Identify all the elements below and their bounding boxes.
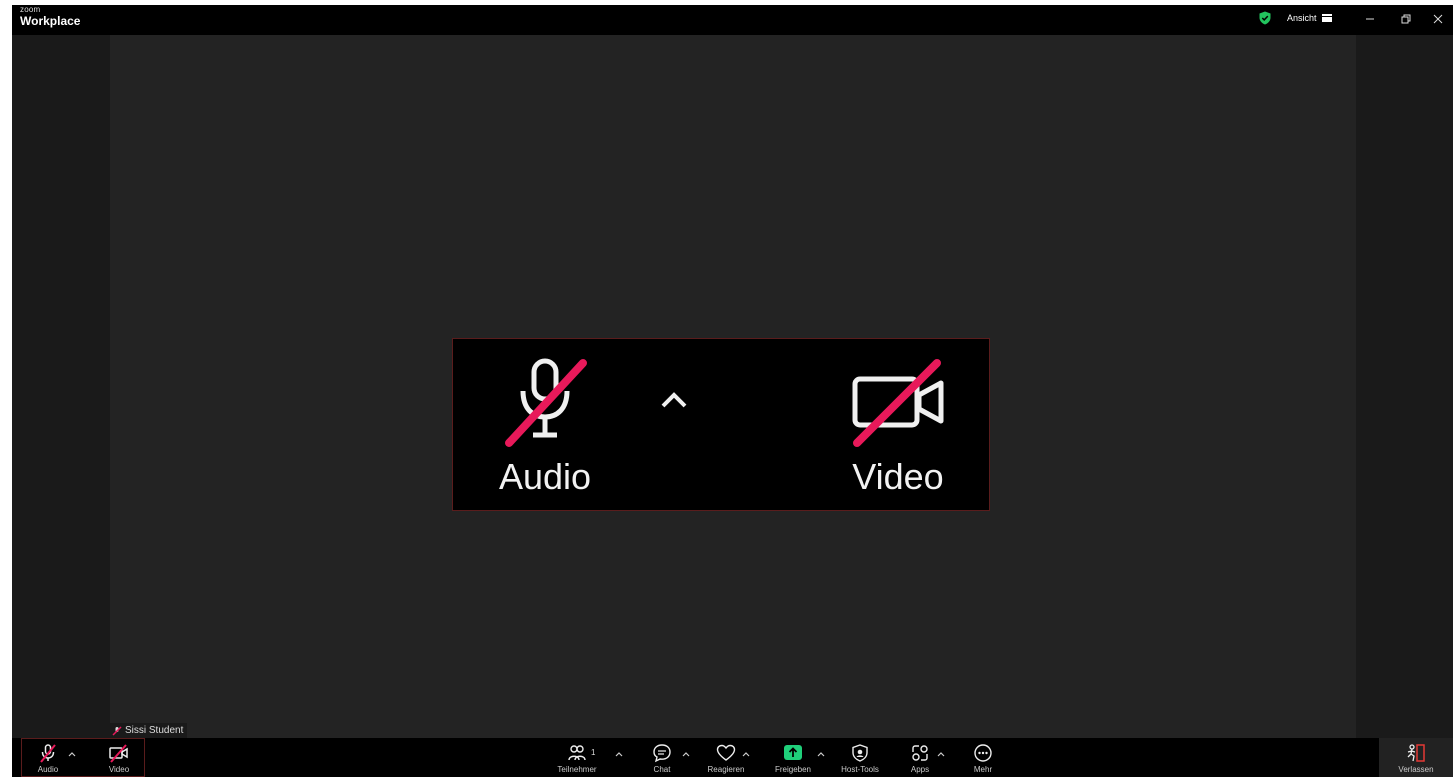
- restore-button[interactable]: [1395, 9, 1417, 29]
- apps-label: Apps: [910, 765, 930, 774]
- minimize-icon: [1366, 18, 1374, 20]
- security-shield-icon[interactable]: [1258, 11, 1272, 25]
- callout-audio-caret-icon: [661, 392, 687, 408]
- share-label: Freigeben: [774, 765, 812, 774]
- participants-count: 1: [591, 748, 596, 757]
- apps-caret-icon[interactable]: [937, 751, 945, 757]
- view-grid-icon: [1321, 14, 1332, 22]
- leave-label: Verlassen: [1398, 765, 1434, 774]
- host-shield-icon: [852, 744, 868, 762]
- heart-icon: [716, 744, 736, 761]
- react-caret-icon[interactable]: [742, 751, 750, 757]
- more-button[interactable]: Mehr: [967, 738, 999, 777]
- view-button[interactable]: Ansicht: [1287, 13, 1332, 23]
- zoom-window: zoom Workplace Ansicht Audio Video Sissi…: [12, 5, 1453, 777]
- callout-camera-off-icon: [852, 359, 944, 447]
- brand-small-text: zoom: [20, 5, 41, 14]
- callout-video-label: Video: [852, 456, 944, 497]
- minimize-button[interactable]: [1359, 9, 1381, 29]
- video-label: Video: [108, 765, 130, 774]
- react-label: Reagieren: [707, 765, 745, 774]
- meeting-toolbar: Audio Video Teilnehmer 1 Chat Reagieren …: [12, 738, 1453, 777]
- video-button[interactable]: Video: [103, 738, 135, 777]
- participant-name: Sissi Student: [125, 725, 184, 736]
- audio-button[interactable]: Audio: [32, 738, 64, 777]
- mic-muted-icon: [40, 744, 56, 763]
- restore-icon: [1401, 14, 1411, 24]
- more-dots-icon: [974, 744, 992, 762]
- chat-button[interactable]: Chat: [646, 738, 678, 777]
- app-logo: zoom Workplace: [20, 5, 81, 28]
- close-button[interactable]: [1427, 9, 1449, 29]
- share-screen-icon: [784, 745, 802, 760]
- participants-label: Teilnehmer: [557, 765, 597, 774]
- chat-icon: [653, 744, 671, 763]
- participants-caret-icon[interactable]: [615, 751, 623, 757]
- apps-button[interactable]: Apps: [904, 738, 936, 777]
- leave-button[interactable]: Verlassen: [1379, 738, 1453, 777]
- share-caret-icon[interactable]: [817, 751, 825, 757]
- more-label: Mehr: [973, 765, 993, 774]
- participants-button[interactable]: Teilnehmer: [552, 738, 602, 777]
- participant-name-tag: Sissi Student: [110, 723, 188, 738]
- title-bar: zoom Workplace Ansicht: [12, 5, 1453, 35]
- host-tools-label: Host-Tools: [841, 765, 879, 774]
- callout-audio-label: Audio: [498, 456, 592, 497]
- apps-icon: [912, 745, 928, 761]
- host-tools-button[interactable]: Host-Tools: [834, 738, 886, 777]
- magnified-audio-video-callout: Audio Video: [452, 338, 990, 511]
- audio-options-caret-icon[interactable]: [68, 751, 76, 757]
- close-icon: [1433, 14, 1443, 24]
- camera-off-icon: [109, 744, 128, 763]
- video-stage: Audio Video: [110, 35, 1356, 738]
- leave-icon: [1407, 744, 1425, 762]
- muted-mic-small-icon: [112, 725, 122, 736]
- callout-video: Video: [843, 357, 953, 495]
- brand-title: Workplace: [20, 14, 81, 28]
- leave-inner: Verlassen: [1379, 738, 1453, 777]
- audio-label: Audio: [37, 765, 59, 774]
- callout-mic-muted-icon: [505, 358, 587, 447]
- react-button[interactable]: Reagieren: [702, 738, 750, 777]
- view-label: Ansicht: [1287, 13, 1317, 23]
- chat-caret-icon[interactable]: [682, 751, 690, 757]
- chat-label: Chat: [653, 765, 671, 774]
- participants-icon: [568, 745, 586, 761]
- callout-audio: Audio: [495, 357, 595, 495]
- share-button[interactable]: Freigeben: [769, 738, 817, 777]
